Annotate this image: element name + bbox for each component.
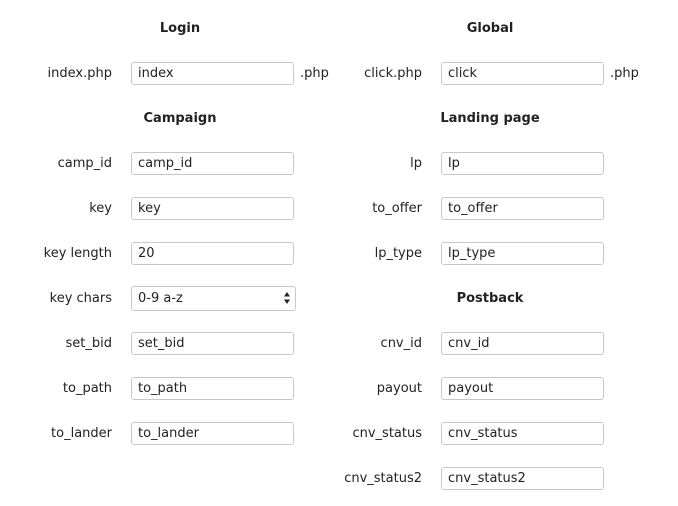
key-chars-selected-value: 0-9 a-z xyxy=(138,291,183,306)
postback-section-title: Postback xyxy=(456,291,524,306)
key-length-label: key length xyxy=(43,246,112,261)
to-offer-label: to_offer xyxy=(372,201,422,216)
to-offer-input[interactable] xyxy=(441,197,604,220)
cnv-status-input[interactable] xyxy=(441,422,604,445)
global-section-title: Global xyxy=(466,21,514,36)
lp-type-input[interactable] xyxy=(441,242,604,265)
landing-page-section-title: Landing page xyxy=(440,111,540,126)
cnv-id-input[interactable] xyxy=(441,332,604,355)
lp-type-label: lp_type xyxy=(374,246,422,261)
to-path-label: to_path xyxy=(62,381,112,396)
camp-id-input[interactable] xyxy=(131,152,294,175)
cnv-id-label: cnv_id xyxy=(380,336,422,351)
cnv-status-label: cnv_status xyxy=(352,426,422,441)
set-bid-label: set_bid xyxy=(65,336,112,351)
key-chars-select[interactable]: 0-9 a-z xyxy=(131,286,296,311)
camp-id-label: camp_id xyxy=(57,156,112,171)
payout-input[interactable] xyxy=(441,377,604,400)
set-bid-input[interactable] xyxy=(131,332,294,355)
click-php-label: click.php xyxy=(364,66,422,81)
lp-label: lp xyxy=(410,156,422,171)
cnv-status2-label: cnv_status2 xyxy=(344,471,422,486)
campaign-section-title: Campaign xyxy=(143,111,217,126)
up-down-chevron-icon xyxy=(284,292,290,304)
index-php-suffix: .php xyxy=(300,66,329,81)
index-php-label: index.php xyxy=(47,66,112,81)
key-chars-label: key chars xyxy=(49,291,112,306)
cnv-status2-input[interactable] xyxy=(441,467,604,490)
lp-input[interactable] xyxy=(441,152,604,175)
click-php-suffix: .php xyxy=(610,66,639,81)
to-path-input[interactable] xyxy=(131,377,294,400)
to-lander-input[interactable] xyxy=(131,422,294,445)
key-length-input[interactable] xyxy=(131,242,294,265)
key-label: key xyxy=(89,201,112,216)
to-lander-label: to_lander xyxy=(51,426,112,441)
click-php-input[interactable] xyxy=(441,62,604,85)
key-input[interactable] xyxy=(131,197,294,220)
index-php-input[interactable] xyxy=(131,62,294,85)
payout-label: payout xyxy=(376,381,422,396)
login-section-title: Login xyxy=(159,21,201,36)
